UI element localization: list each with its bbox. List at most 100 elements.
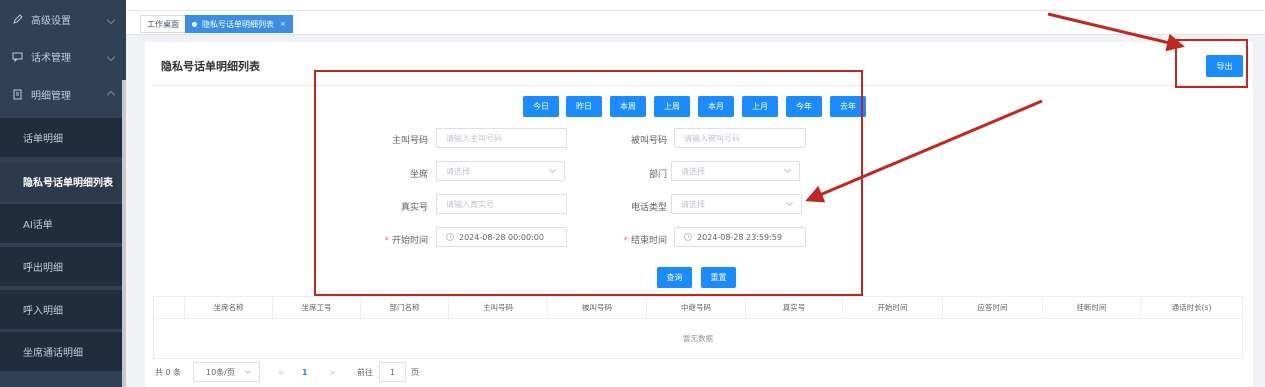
prev-page-button[interactable]: < — [278, 362, 285, 382]
callee-number-input[interactable]: 请输入被叫号码 — [674, 128, 806, 148]
page-size-select[interactable]: 10条/页 — [193, 362, 260, 382]
agent-select[interactable]: 请选择 — [436, 161, 565, 181]
phone-type-select-placeholder: 请选择 — [681, 199, 705, 209]
sidebar-subitem-privacy-call-details[interactable]: 隐私号话单明细列表 — [0, 162, 122, 201]
table-header-cell[interactable]: 真实号 — [746, 297, 843, 318]
query-button[interactable]: 查询 — [657, 267, 692, 288]
quick-date-yesterday-button[interactable]: 昨日 — [566, 96, 602, 117]
pagination-total: 共 0 条 — [155, 367, 182, 377]
phone-type-select[interactable]: 请选择 — [671, 194, 802, 214]
goto-prefix: 前往 — [357, 367, 373, 377]
table-header: 坐席名称 坐席工号 部门名称 主叫号码 被叫号码 中继号码 真实号 开始时间 应… — [153, 296, 1243, 319]
chevron-down-icon — [548, 165, 557, 174]
sidebar-subitem-ai-calls[interactable]: AI话单 — [0, 204, 122, 243]
table-header-cell[interactable]: 挂断时间 — [1043, 297, 1141, 318]
sidebar-item-label: 高级设置 — [31, 16, 71, 27]
table-header-cell[interactable]: 主叫号码 — [449, 297, 548, 318]
sidebar-item-detail-management[interactable]: 明细管理 — [0, 75, 122, 114]
sidebar-subitem-inbound-details[interactable]: 呼入明细 — [0, 290, 122, 329]
quick-date-last-year-button[interactable]: 去年 — [830, 96, 866, 117]
end-time-label: * 结束时间 — [577, 233, 667, 246]
table-header-cell[interactable]: 被叫号码 — [548, 297, 647, 318]
chevron-down-icon — [106, 52, 116, 61]
active-dot-icon — [192, 21, 197, 27]
table-header-cell[interactable]: 应答时间 — [943, 297, 1043, 318]
sidebar-subitem-label: 呼出明细 — [23, 263, 63, 274]
sidebar-subitem-call-details[interactable]: 话单明细 — [0, 118, 122, 157]
chat-icon — [11, 51, 23, 63]
sidebar-item-advanced-settings[interactable]: 高级设置 — [0, 0, 122, 39]
table-header-cell[interactable]: 通话时长(s) — [1141, 297, 1242, 318]
start-time-label: * 开始时间 — [338, 233, 428, 246]
caller-number-input[interactable]: 请输入主叫号码 — [436, 128, 567, 148]
department-label: 部门 — [648, 170, 667, 180]
quick-date-last-week-button[interactable]: 上周 — [654, 96, 690, 117]
table-header-cell[interactable]: 开始时间 — [843, 297, 943, 318]
sidebar-subitem-agent-call-details[interactable]: 坐席通话明细 — [0, 332, 122, 371]
start-time-value: 2024-08-28 00:00:00 — [459, 232, 544, 242]
sidebar-subitem-label: AI话单 — [23, 220, 53, 231]
sidebar-subitem-label: 隐私号话单明细列表 — [23, 178, 113, 189]
end-time-value: 2024-08-28 23:59:59 — [697, 232, 782, 242]
tab-label: 工作桌面 — [147, 19, 179, 29]
department-select[interactable]: 请选择 — [671, 161, 800, 181]
sidebar-subitem-outbound-details[interactable]: 呼出明细 — [0, 247, 122, 286]
page-number-current[interactable]: 1 — [302, 362, 308, 382]
document-icon — [11, 89, 23, 101]
next-page-button[interactable]: > — [329, 362, 336, 382]
pagination: 共 0 条 10条/页 < 1 > 前往 1 页 — [155, 362, 555, 382]
chevron-down-icon — [106, 15, 116, 24]
required-mark: * — [384, 236, 389, 246]
real-number-input[interactable]: 请输入真实号 — [436, 194, 567, 214]
caller-number-label: 主叫号码 — [391, 136, 428, 146]
page-size-value: 10条/页 — [206, 367, 235, 377]
table-header-selection-cell — [154, 297, 185, 318]
clock-icon — [684, 233, 692, 241]
tab-privacy-call-details[interactable]: 隐私号话单明细列表 × — [185, 15, 293, 33]
start-time-label-text: 开始时间 — [391, 236, 428, 246]
close-icon[interactable]: × — [280, 20, 286, 28]
goto-page-input[interactable]: 1 — [379, 362, 406, 382]
sidebar-subitem-label: 坐席通话明细 — [23, 348, 83, 359]
agent-label: 坐席 — [409, 170, 428, 180]
sidebar-item-label: 明细管理 — [31, 91, 71, 102]
chevron-down-icon — [783, 165, 792, 174]
export-button[interactable]: 导出 — [1206, 55, 1243, 77]
main-panel: 隐私号话单明细列表 导出 今日 昨日 本周 上周 本月 上月 今年 去年 主叫号… — [145, 42, 1253, 387]
chevron-up-icon — [106, 90, 116, 99]
sidebar-item-script-management[interactable]: 话术管理 — [0, 37, 122, 76]
clock-icon — [446, 233, 454, 241]
department-select-placeholder: 请选择 — [681, 166, 705, 176]
quick-date-last-month-button[interactable]: 上月 — [742, 96, 778, 117]
table-header-cell[interactable]: 坐席名称 — [185, 297, 273, 318]
reset-button[interactable]: 重置 — [701, 267, 736, 288]
divider — [153, 85, 1245, 86]
sidebar-subitem-label: 话单明细 — [23, 134, 63, 145]
required-mark: * — [623, 236, 628, 246]
table-header-cell[interactable]: 坐席工号 — [273, 297, 361, 318]
quick-date-today-button[interactable]: 今日 — [523, 96, 559, 117]
page-title: 隐私号话单明细列表 — [161, 60, 260, 73]
end-time-label-text: 结束时间 — [630, 236, 667, 246]
table-header-cell[interactable]: 中继号码 — [647, 297, 746, 318]
sidebar-subitem-label: 呼入明细 — [23, 306, 63, 317]
table-empty-text: 暂无数据 — [153, 319, 1243, 359]
phone-type-label: 电话类型 — [630, 203, 667, 213]
chevron-down-icon — [785, 198, 794, 207]
table-header-cell[interactable]: 部门名称 — [361, 297, 449, 318]
chevron-down-icon — [245, 368, 251, 374]
goto-suffix: 页 — [411, 367, 419, 377]
quick-date-this-month-button[interactable]: 本月 — [698, 96, 734, 117]
agent-select-placeholder: 请选择 — [446, 166, 470, 176]
quick-date-this-week-button[interactable]: 本周 — [610, 96, 646, 117]
top-navbar — [126, 0, 1265, 11]
real-number-label: 真实号 — [400, 203, 428, 213]
end-time-picker[interactable]: 2024-08-28 23:59:59 — [674, 227, 806, 247]
sidebar: 高级设置 话术管理 明细管理 话单明细 隐私号话单明细列表 AI话单 呼出明细 … — [0, 0, 126, 387]
sidebar-item-label: 话术管理 — [31, 53, 71, 64]
sidebar-scrollbar[interactable] — [122, 80, 126, 387]
quick-date-this-year-button[interactable]: 今年 — [786, 96, 822, 117]
start-time-picker[interactable]: 2024-08-28 00:00:00 — [436, 227, 567, 247]
edit-icon — [11, 14, 23, 26]
tab-workbench[interactable]: 工作桌面 — [140, 15, 186, 33]
